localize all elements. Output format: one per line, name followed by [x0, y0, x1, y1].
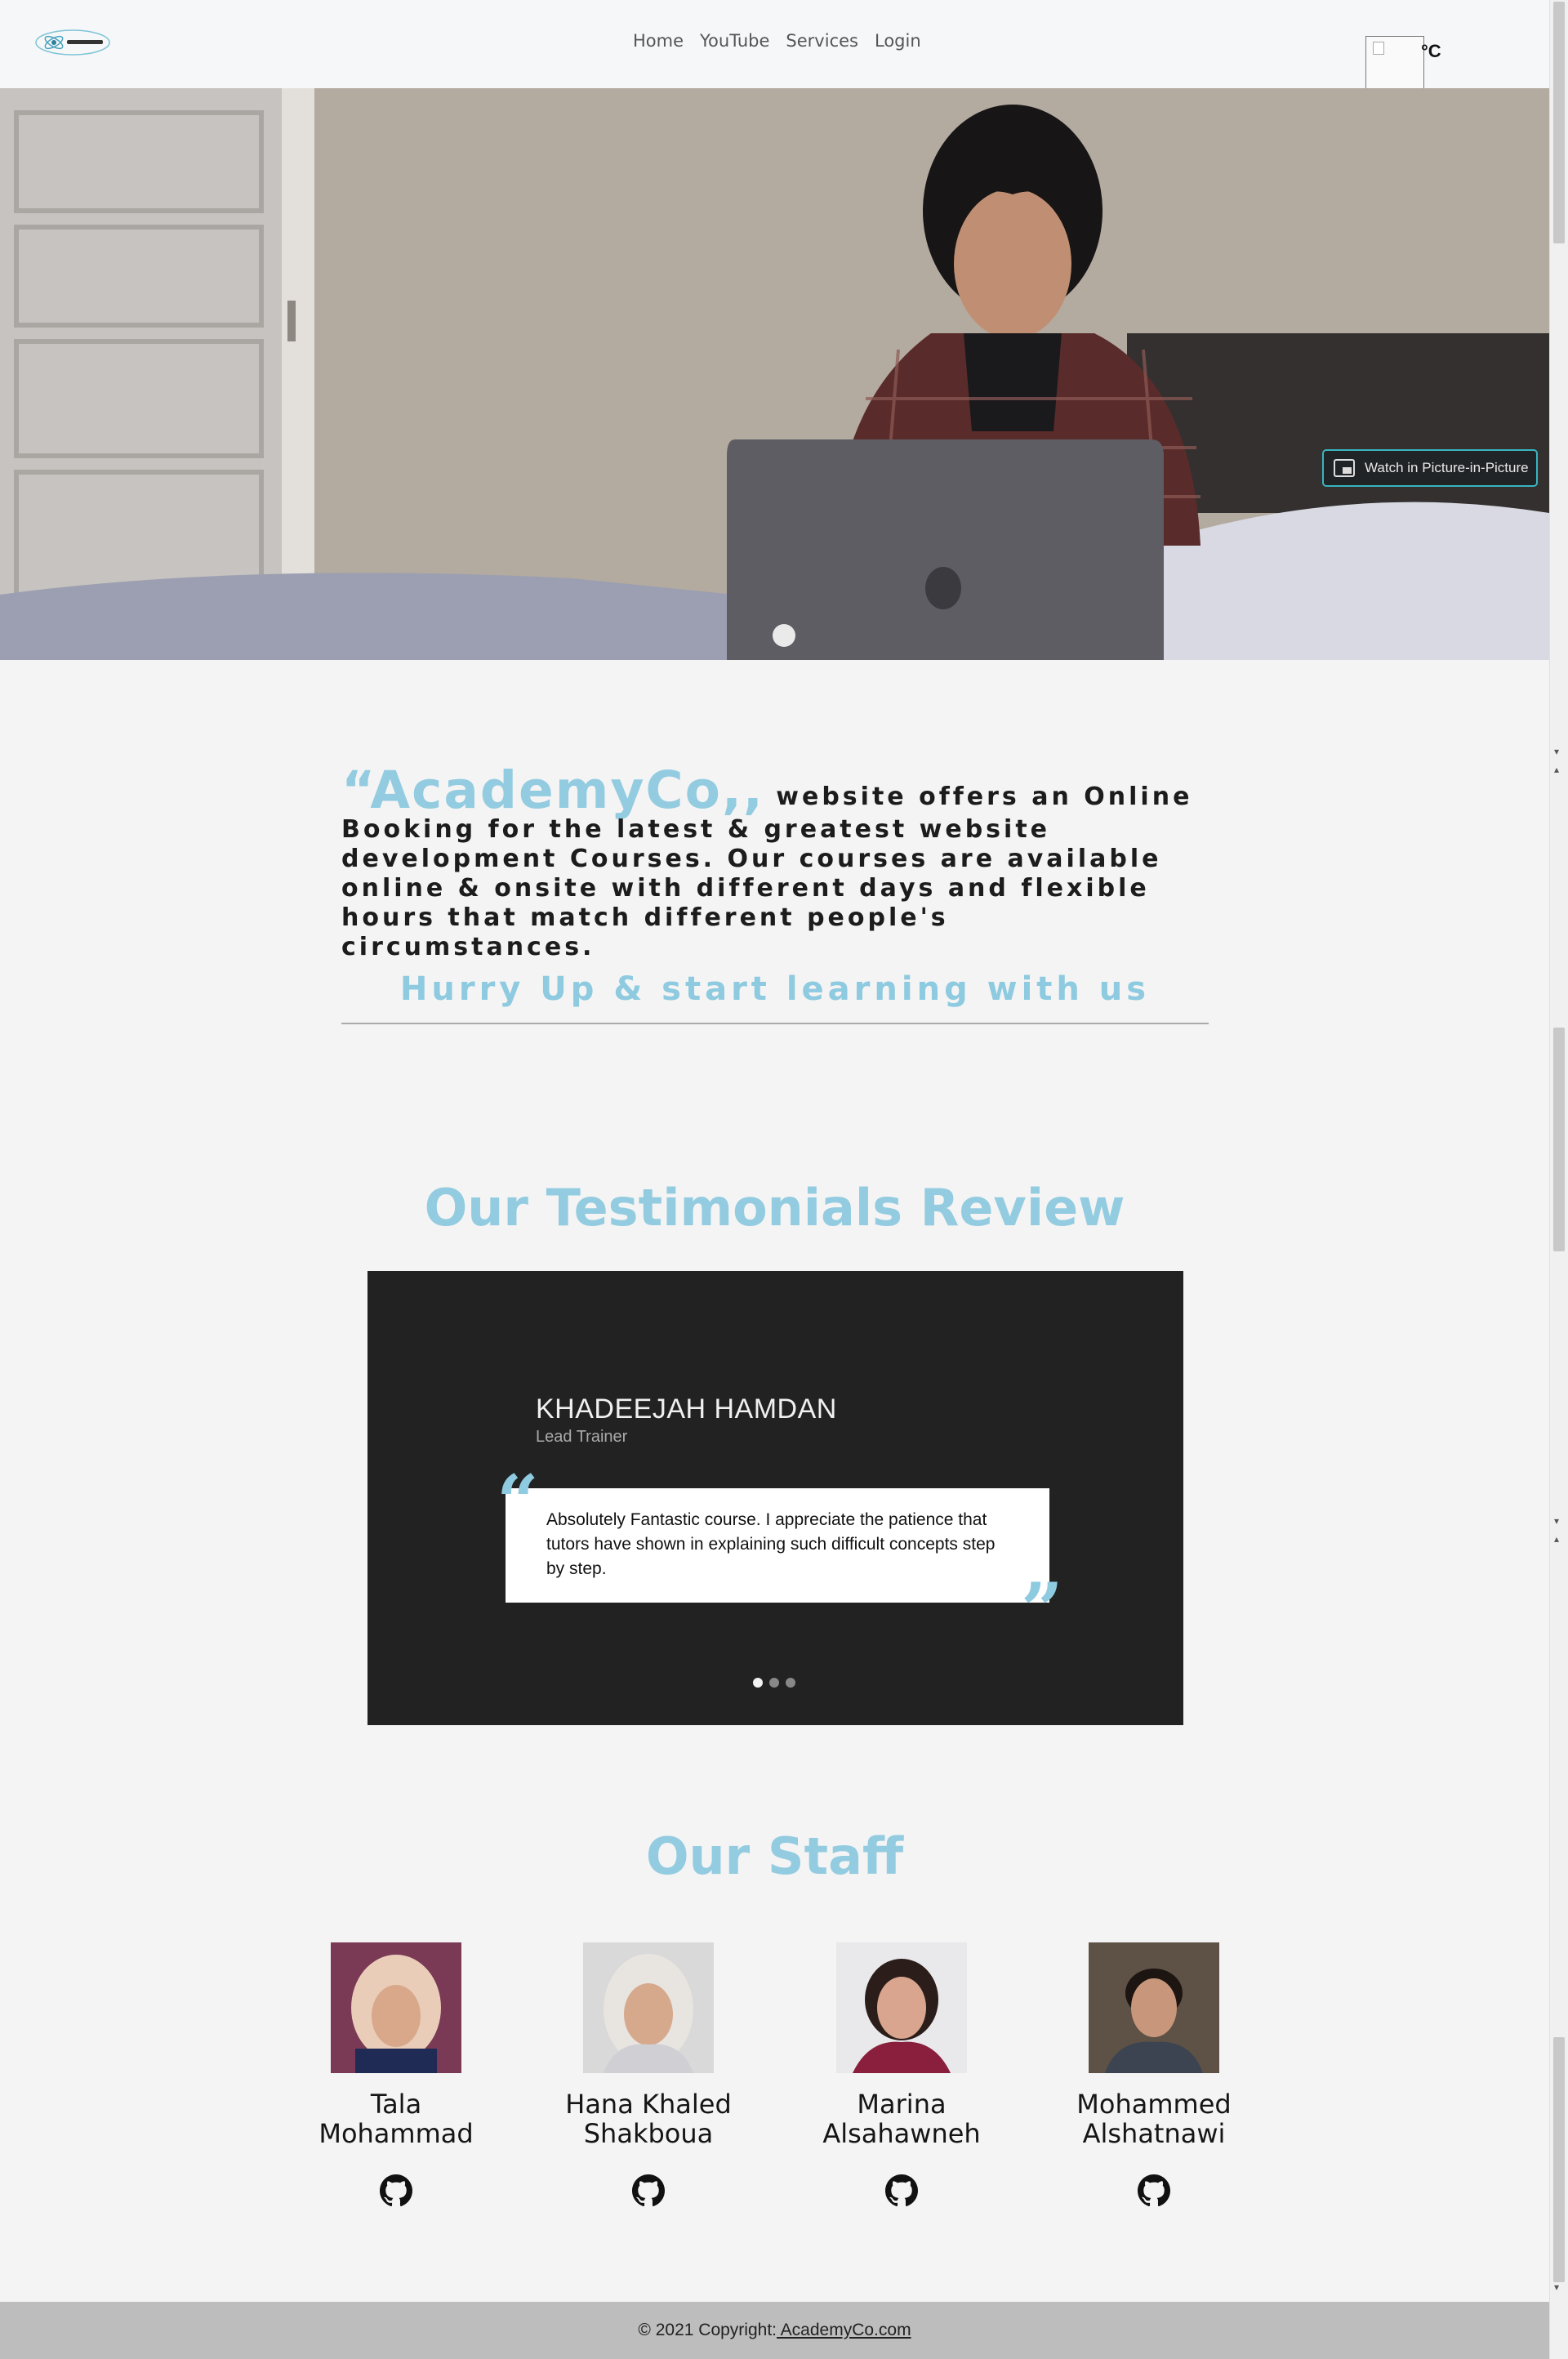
broken-image-icon: [1373, 42, 1384, 55]
scroll-up-arrow-icon[interactable]: ▴: [1554, 765, 1559, 774]
staff-photo: [1089, 1942, 1219, 2073]
staff-card: Mohammed Alshatnawi: [1064, 1942, 1244, 2207]
scrollbar-thumb[interactable]: [1553, 2, 1565, 243]
staff-photo: [331, 1942, 461, 2073]
nav-home[interactable]: Home: [633, 31, 684, 51]
nav-services[interactable]: Services: [786, 31, 858, 51]
weather-unit: °C: [1421, 41, 1441, 61]
github-icon[interactable]: [632, 2174, 665, 2207]
picture-in-picture-icon: [1334, 459, 1355, 477]
footer-site-link[interactable]: AcademyCo.com: [777, 2321, 911, 2339]
github-icon[interactable]: [1138, 2174, 1170, 2207]
carousel-dot[interactable]: [753, 1678, 763, 1688]
video-frame: [0, 88, 1549, 660]
staff-name: Marina Alsahawneh: [822, 2089, 981, 2149]
scroll-down-arrow-icon[interactable]: ▾: [1554, 2282, 1559, 2292]
github-icon[interactable]: [380, 2174, 412, 2207]
scrollbar-thumb[interactable]: [1553, 2037, 1565, 2282]
staff-card: Hana Khaled Shakboua: [559, 1942, 738, 2207]
testimonial-role: Lead Trainer: [536, 1428, 628, 1446]
staff-photo: [836, 1942, 967, 2073]
staff-name: Hana Khaled Shakboua: [565, 2089, 732, 2149]
nav-youtube[interactable]: YouTube: [700, 31, 769, 51]
testimonial-carousel[interactable]: KHADEEJAH HAMDAN Lead Trainer Absolutely…: [368, 1271, 1183, 1725]
staff-name: Tala Mohammad: [318, 2089, 474, 2149]
testimonial-quote: Absolutely Fantastic course. I appreciat…: [506, 1488, 1049, 1603]
site-footer: © 2021 Copyright: AcademyCo.com: [0, 2302, 1549, 2359]
carousel-dot[interactable]: [769, 1678, 779, 1688]
academyco-logo[interactable]: [34, 28, 111, 57]
scroll-up-arrow-icon[interactable]: ▴: [1554, 1534, 1559, 1544]
main-nav: Home YouTube Services Login: [633, 31, 921, 51]
copyright-text: © 2021 Copyright:: [638, 2321, 777, 2339]
staff-photo: [583, 1942, 714, 2073]
scroll-down-arrow-icon[interactable]: ▾: [1554, 1516, 1559, 1526]
testimonial-name: KHADEEJAH HAMDAN: [536, 1394, 837, 1425]
about-text: “AcademyCo,, website offers an Online Bo…: [341, 765, 1209, 962]
staff-name: Mohammed Alshatnawi: [1076, 2089, 1232, 2149]
hero-video[interactable]: Watch in Picture-in-Picture: [0, 88, 1549, 660]
divider: [341, 1023, 1209, 1024]
weather-widget: [1365, 36, 1424, 89]
testimonials-title: Our Testimonials Review: [424, 1178, 1125, 1237]
carousel-dot[interactable]: [786, 1678, 795, 1688]
scroll-down-arrow-icon[interactable]: ▾: [1554, 747, 1559, 756]
nav-login[interactable]: Login: [875, 31, 921, 51]
site-header: Home YouTube Services Login °C: [0, 0, 1549, 89]
scrollbar-thumb[interactable]: [1553, 1028, 1565, 1251]
github-icon[interactable]: [885, 2174, 918, 2207]
quote-close-icon: ”: [1021, 1567, 1063, 1653]
picture-in-picture-button[interactable]: Watch in Picture-in-Picture: [1322, 449, 1538, 487]
call-to-action: Hurry Up & start learning with us: [399, 970, 1151, 1008]
brand-name: “AcademyCo,,: [341, 760, 764, 820]
staff-card: Marina Alsahawneh: [812, 1942, 991, 2207]
staff-card: Tala Mohammad: [306, 1942, 486, 2207]
quote-open-icon: “: [497, 1459, 539, 1545]
carousel-indicators: [753, 1678, 795, 1688]
picture-in-picture-label: Watch in Picture-in-Picture: [1365, 460, 1529, 475]
page-scrollbar[interactable]: ▾ ▴ ▾ ▴ ▾: [1549, 0, 1568, 2359]
staff-title: Our Staff: [645, 1826, 904, 1886]
about-section: “AcademyCo,, website offers an Online Bo…: [341, 765, 1209, 1024]
